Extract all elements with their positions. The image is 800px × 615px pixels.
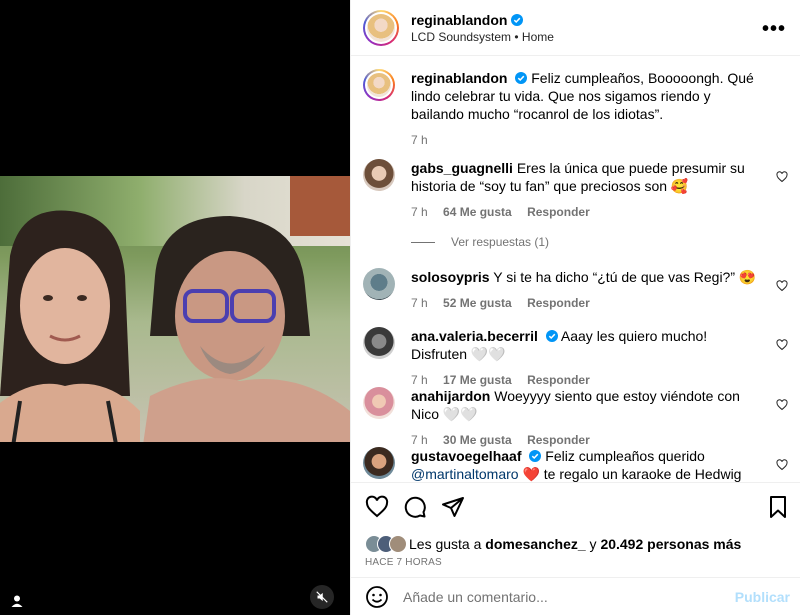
comment-likes[interactable]: 52 Me gusta	[443, 296, 512, 310]
comment-username[interactable]: solosoypris	[411, 269, 490, 285]
comment-bubble-icon[interactable]	[403, 495, 427, 519]
commenter-avatar[interactable]	[363, 327, 395, 359]
photo-person-man	[143, 216, 350, 442]
comment-username[interactable]: gustavoegelhaaf	[411, 448, 521, 464]
like-comment-heart-icon[interactable]	[776, 399, 788, 411]
commenter-avatar[interactable]	[363, 447, 395, 479]
like-comment-heart-icon[interactable]	[776, 459, 788, 471]
replies-divider	[411, 241, 435, 243]
comment-likes[interactable]: 17 Me gusta	[443, 373, 512, 387]
caption-time: 7 h	[411, 133, 428, 147]
verified-badge-icon	[529, 450, 542, 462]
mute-button[interactable]	[310, 585, 334, 609]
likes-user[interactable]: domesanchez_	[485, 536, 585, 552]
comment-likes[interactable]: 64 Me gusta	[443, 205, 512, 219]
post-details-panel: reginablandon LCD Soundsystem • Home •••…	[350, 0, 800, 615]
like-heart-icon[interactable]	[365, 495, 389, 519]
comment-likes[interactable]: 30 Me gusta	[443, 433, 512, 447]
comment-item: gustavoegelhaaf Feliz cumpleaños querido…	[363, 447, 788, 482]
commenter-avatar[interactable]	[363, 159, 395, 191]
more-options-icon[interactable]: •••	[762, 18, 786, 41]
comment-text: Y si te ha dicho “¿tú de que vas Regi?” …	[493, 269, 757, 285]
comment-item: solosoypris Y si te ha dicho “¿tú de que…	[363, 268, 788, 312]
view-replies-link[interactable]: Ver respuestas (1)	[411, 235, 549, 249]
save-bookmark-icon[interactable]	[766, 495, 790, 519]
photo-person-woman	[0, 210, 140, 442]
comment-item: gabs_guagnelli Eres la única que puede p…	[363, 159, 788, 221]
post-actions: Les gusta a domesanchez_ y 20.492 person…	[351, 482, 800, 574]
likes-count[interactable]: 20.492 personas más	[600, 536, 741, 552]
comment-text: Feliz cumpleaños querido	[545, 448, 705, 464]
commenter-avatar[interactable]	[363, 387, 395, 419]
caption-avatar[interactable]	[363, 69, 395, 101]
post-audio-location[interactable]: LCD Soundsystem • Home	[411, 30, 554, 44]
volume-muted-icon	[316, 591, 328, 603]
comment-username[interactable]: anahijardon	[411, 388, 490, 404]
like-comment-heart-icon[interactable]	[776, 339, 788, 351]
commenter-avatar[interactable]	[363, 268, 395, 300]
post-time-ago: HACE 7 HORAS	[365, 557, 442, 568]
comment-input[interactable]	[403, 588, 723, 605]
comment-username[interactable]: ana.valeria.becerril	[411, 328, 538, 344]
verified-badge-icon	[545, 330, 558, 342]
verified-badge-icon	[515, 72, 528, 84]
like-comment-heart-icon[interactable]	[776, 171, 788, 183]
reply-button[interactable]: Responder	[527, 296, 590, 310]
author-username[interactable]: reginablandon	[411, 12, 507, 28]
likers-avatars	[365, 535, 407, 553]
post-header: reginablandon LCD Soundsystem • Home •••	[351, 0, 800, 56]
likes-conjunction: y	[589, 536, 597, 552]
add-comment-bar: Publicar	[351, 577, 800, 615]
comment-item: ana.valeria.becerril Aaay les quiero muc…	[363, 327, 788, 389]
caption: reginablandon Feliz cumpleaños, Booooong…	[363, 69, 788, 149]
verified-badge-icon	[511, 13, 524, 26]
likes-prefix: Les gusta a	[409, 536, 482, 552]
tagged-user-icon[interactable]	[10, 594, 24, 608]
comment-time: 7 h	[411, 373, 428, 387]
comment-time: 7 h	[411, 433, 428, 447]
reply-button[interactable]: Responder	[527, 433, 590, 447]
author-avatar[interactable]	[363, 9, 399, 46]
comment-text-continued: ❤️ te regalo un karaoke de Hedwig	[522, 466, 742, 482]
comment-username[interactable]: gabs_guagnelli	[411, 160, 513, 176]
post-media[interactable]	[0, 0, 350, 615]
comment-mention-link[interactable]: @martinaltomaro	[411, 466, 519, 482]
comment-time: 7 h	[411, 205, 428, 219]
reply-button[interactable]: Responder	[527, 205, 590, 219]
like-comment-heart-icon[interactable]	[776, 280, 788, 292]
likes-summary[interactable]: Les gusta a domesanchez_ y 20.492 person…	[365, 535, 741, 553]
share-paper-plane-icon[interactable]	[441, 495, 465, 519]
comments-list[interactable]: reginablandon Feliz cumpleaños, Booooong…	[351, 57, 800, 482]
post-photo[interactable]	[0, 176, 350, 442]
caption-username[interactable]: reginablandon	[411, 70, 507, 86]
view-replies-label[interactable]: Ver respuestas (1)	[451, 235, 549, 249]
emoji-smiley-icon[interactable]	[365, 585, 389, 609]
comment-item: anahijardon Woeyyyy siento que estoy vié…	[363, 387, 788, 449]
comment-time: 7 h	[411, 296, 428, 310]
reply-button[interactable]: Responder	[527, 373, 590, 387]
publish-button[interactable]: Publicar	[735, 589, 790, 605]
